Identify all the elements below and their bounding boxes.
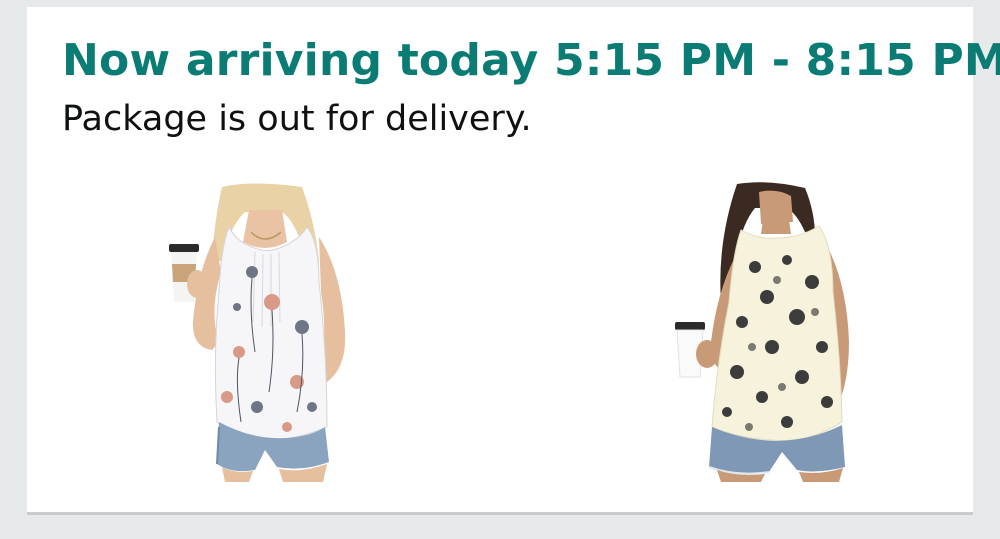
product-image-cream-floral-tank[interactable] xyxy=(637,182,877,482)
delivery-eta-heading: Now arriving today 5:15 PM - 8:15 PM xyxy=(62,35,1000,86)
delivery-status-text: Package is out for delivery. xyxy=(62,99,532,139)
delivery-card[interactable]: Now arriving today 5:15 PM - 8:15 PM Pac… xyxy=(27,7,1000,515)
product-image-white-floral-tank[interactable] xyxy=(137,182,367,482)
